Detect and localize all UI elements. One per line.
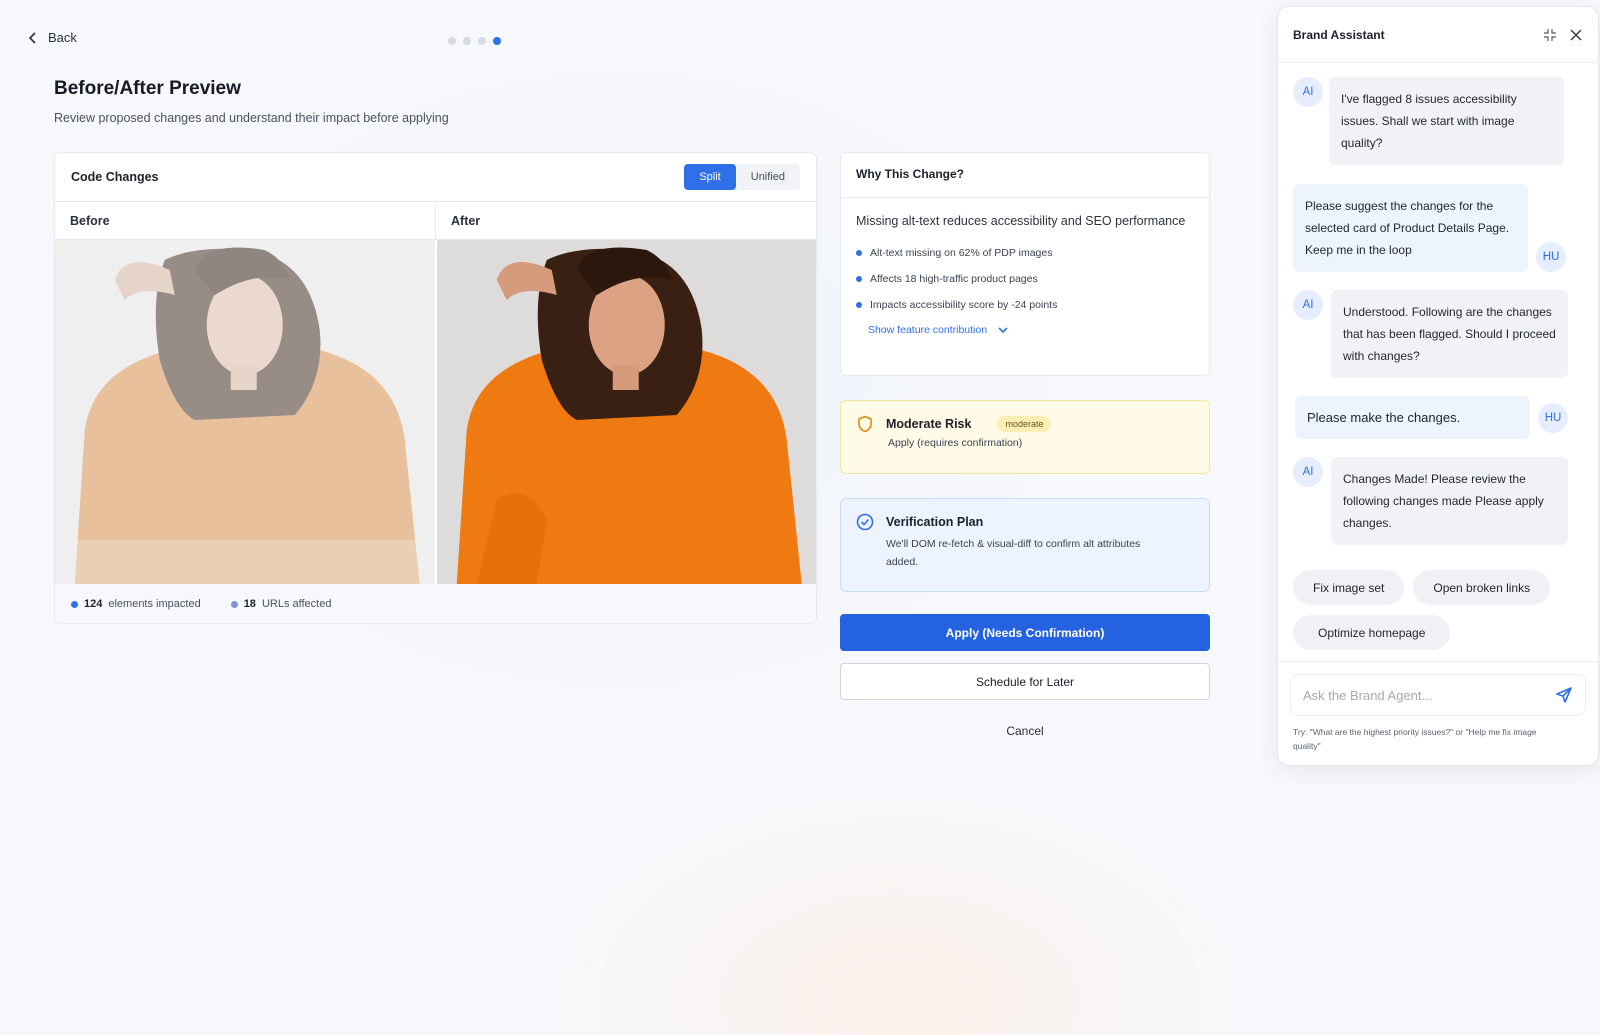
chevron-down-icon [998,327,1008,334]
why-bullet-list: Alt-text missing on 62% of PDP images Af… [856,240,1194,318]
ai-avatar: AI [1293,457,1323,487]
show-feature-contribution-link[interactable]: Show feature contribution [868,324,1194,336]
suggestion-chip[interactable]: Fix image set [1293,570,1405,605]
risk-subtitle: Apply (requires confirmation) [888,437,1023,449]
before-image [55,240,437,584]
chat-message-user: Please suggest the changes for the selec… [1293,184,1566,272]
shield-icon [858,415,872,433]
urls-affected-stat: 18 URLs affected [230,598,332,610]
verification-plan-card: Verification Plan We'll DOM re-fetch & v… [840,498,1210,592]
suggestion-chip[interactable]: Optimize homepage [1293,615,1451,650]
risk-card: Moderate Risk moderate Apply (requires c… [840,400,1210,474]
page-title: Before/After Preview [54,78,241,99]
close-icon[interactable] [1569,28,1583,42]
user-avatar: HU [1538,403,1568,433]
check-circle-icon [856,513,874,531]
verification-title: Verification Plan [886,515,984,529]
ai-avatar: AI [1293,77,1323,107]
split-view-button[interactable]: Split [684,164,736,190]
elements-impacted-label: elements impacted [108,598,201,610]
chat-bubble: Changes Made! Please review the followin… [1331,457,1568,545]
why-title: Why This Change? [841,153,1209,198]
user-avatar: HU [1536,242,1566,272]
bullet-dot [71,600,78,608]
send-icon[interactable] [1555,686,1573,704]
why-bullet: Affects 18 high-traffic product pages [856,266,1194,292]
impact-stats: 124 elements impacted 18 URLs affected [55,584,816,623]
page-subtitle: Review proposed changes and understand t… [54,111,449,125]
risk-title: Moderate Risk [886,417,972,431]
elements-impacted-count: 124 [84,598,103,610]
elements-impacted-stat: 124 elements impacted [71,598,201,610]
after-label: After [451,214,481,228]
why-bullet: Impacts accessibility score by -24 point… [856,292,1194,318]
chat-input-placeholder: Ask the Brand Agent... [1303,687,1433,703]
chat-title: Brand Assistant [1293,27,1385,42]
chat-message-user: Please make the changes. HU [1295,396,1568,439]
bullet-dot [230,600,238,608]
show-feature-contribution-label: Show feature contribution [868,324,988,336]
brand-assistant-panel: Brand Assistant AI I've flagged 8 issues… [1277,6,1599,766]
chat-message-ai: AI I've flagged 8 issues accessibility i… [1293,77,1564,165]
after-image [436,240,816,584]
risk-badge: moderate [997,416,1052,432]
chat-message-ai: AI Understood. Following are the changes… [1293,290,1568,378]
why-summary: Missing alt-text reduces accessibility a… [856,214,1186,228]
chat-message-ai: AI Changes Made! Please review the follo… [1293,457,1568,545]
verification-description: We'll DOM re-fetch & visual-diff to conf… [886,538,1141,568]
suggestion-chip[interactable]: Open broken links [1413,570,1551,605]
unified-view-button[interactable]: Unified [736,164,800,190]
why-bullet: Alt-text missing on 62% of PDP images [856,240,1194,266]
chat-bubble: Please make the changes. [1295,396,1530,439]
comparison-column-headers: Before After [55,202,816,240]
chat-bubble: Understood. Following are the changes th… [1331,290,1568,378]
comparison-images [55,240,816,584]
code-changes-card: Code Changes Split Unified Before After [54,152,817,624]
view-toggle: Split Unified [684,164,800,190]
step-dot-1 [448,37,456,45]
chat-hint: Try: "What are the highest priority issu… [1293,727,1537,751]
chat-header: Brand Assistant [1278,7,1598,63]
step-indicator [448,37,501,45]
step-dot-4-active [493,37,501,45]
schedule-later-button[interactable]: Schedule for Later [840,663,1210,700]
ai-avatar: AI [1293,290,1323,320]
chat-bubble: Please suggest the changes for the selec… [1293,184,1528,272]
back-label: Back [48,30,77,45]
urls-affected-count: 18 [243,598,256,610]
before-label: Before [55,202,436,239]
suggestion-chips: Fix image set Open broken links Optimize… [1293,570,1593,650]
chat-bubble: I've flagged 8 issues accessibility issu… [1329,77,1564,165]
back-button[interactable]: Back [26,30,77,45]
code-changes-title: Code Changes [71,170,159,184]
why-this-change-card: Why This Change? Missing alt-text reduce… [840,152,1210,376]
code-changes-header: Code Changes Split Unified [55,153,816,202]
urls-affected-label: URLs affected [261,598,332,610]
step-dot-3 [478,37,486,45]
cancel-button[interactable]: Cancel [840,712,1210,749]
minimize-icon[interactable] [1543,28,1557,42]
chevron-left-icon [28,31,36,44]
apply-button[interactable]: Apply (Needs Confirmation) [840,614,1210,651]
step-dot-2 [463,37,471,45]
chat-input[interactable]: Ask the Brand Agent... [1290,674,1586,716]
chat-footer: Ask the Brand Agent... Try: "What are th… [1278,661,1598,765]
